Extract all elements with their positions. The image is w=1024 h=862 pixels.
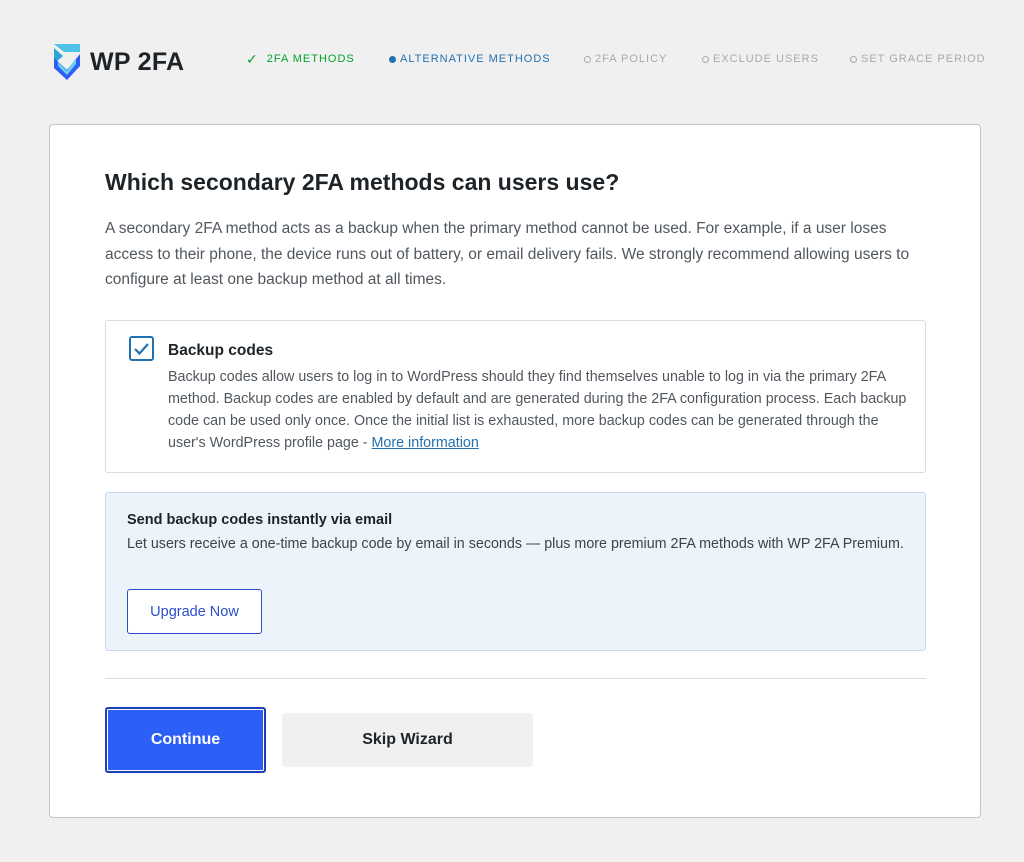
- step-label: EXCLUDE USERS: [713, 53, 819, 65]
- option-description: Backup codes allow users to log in to Wo…: [168, 366, 908, 454]
- page-title: Which secondary 2FA methods can users us…: [105, 169, 620, 195]
- pending-dot-icon: [850, 55, 857, 63]
- step-2fa-policy[interactable]: 2FA POLICY: [584, 53, 667, 65]
- premium-promo: Send backup codes instantly via email Le…: [105, 492, 926, 651]
- step-label: 2FA POLICY: [595, 53, 668, 65]
- skip-wizard-button[interactable]: Skip Wizard: [282, 713, 533, 767]
- more-information-link[interactable]: More information: [372, 435, 479, 451]
- pending-dot-icon: [584, 55, 591, 63]
- backup-codes-option: Backup codes Backup codes allow users to…: [105, 320, 926, 473]
- option-description-text: Backup codes allow users to log in to Wo…: [168, 369, 907, 451]
- divider: [105, 678, 926, 679]
- intro-text: A secondary 2FA method acts as a backup …: [105, 220, 910, 288]
- step-label: 2FA METHODS: [266, 53, 355, 65]
- step-alternative-methods[interactable]: ALTERNATIVE METHODS: [389, 53, 551, 65]
- upgrade-now-button[interactable]: Upgrade Now: [127, 589, 262, 634]
- step-label: ALTERNATIVE METHODS: [400, 53, 551, 65]
- wizard-header: WP 2FA ✓ 2FA METHODS ALTERNATIVE METHODS…: [0, 0, 1024, 110]
- pending-dot-icon: [702, 55, 709, 63]
- step-set-grace-period[interactable]: SET GRACE PERIOD: [850, 53, 986, 65]
- option-title: Backup codes: [168, 342, 274, 359]
- checkmark-icon: [134, 342, 149, 355]
- step-2fa-methods[interactable]: ✓ 2FA METHODS: [246, 51, 355, 67]
- backup-codes-checkbox[interactable]: [129, 336, 154, 361]
- continue-button[interactable]: Continue: [105, 707, 266, 773]
- wizard-card: Which secondary 2FA methods can users us…: [49, 124, 981, 818]
- promo-description: Let users receive a one-time backup code…: [127, 536, 904, 552]
- wizard-steps: ✓ 2FA METHODS ALTERNATIVE METHODS 2FA PO…: [0, 51, 1024, 67]
- promo-title: Send backup codes instantly via email: [127, 512, 393, 528]
- step-label: SET GRACE PERIOD: [861, 53, 986, 65]
- step-exclude-users[interactable]: EXCLUDE USERS: [702, 53, 819, 65]
- active-dot-icon: [389, 55, 396, 63]
- check-icon: ✓: [246, 51, 259, 67]
